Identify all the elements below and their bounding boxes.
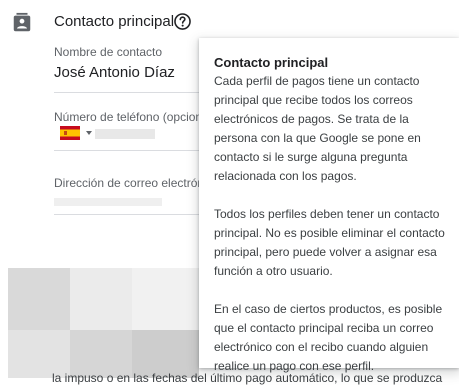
spain-flag-icon[interactable] bbox=[60, 126, 80, 140]
email-label: Dirección de correo electrónico bbox=[54, 176, 220, 190]
obscured-tile bbox=[132, 268, 199, 330]
phone-underline bbox=[54, 150, 200, 151]
phone-number-value[interactable] bbox=[95, 129, 155, 139]
caret-down-icon[interactable] bbox=[86, 131, 92, 135]
contact-name-underline bbox=[54, 92, 200, 93]
phone-label: Número de teléfono (opcional) bbox=[54, 110, 216, 124]
obscured-tile bbox=[70, 268, 132, 330]
contact-card-icon bbox=[13, 12, 31, 32]
contact-name-label: Nombre de contacto bbox=[54, 45, 163, 59]
section-title: Contacto principal bbox=[54, 13, 175, 30]
contact-name-value[interactable]: José Antonio Díaz bbox=[54, 64, 175, 81]
tooltip-paragraph: Cada perfil de pagos tiene un contacto p… bbox=[214, 74, 421, 183]
email-value[interactable] bbox=[54, 198, 162, 206]
obscured-tile bbox=[8, 268, 70, 330]
help-circle-icon[interactable] bbox=[173, 12, 192, 31]
tooltip-paragraph: En el caso de ciertos productos, es posi… bbox=[214, 302, 443, 373]
email-underline bbox=[54, 214, 200, 215]
help-tooltip: Contacto principal Cada perfil de pagos … bbox=[199, 38, 459, 373]
tooltip-title: Contacto principal bbox=[214, 55, 329, 70]
tooltip-paragraph: Todos los perfiles deben tener un contac… bbox=[214, 207, 445, 278]
